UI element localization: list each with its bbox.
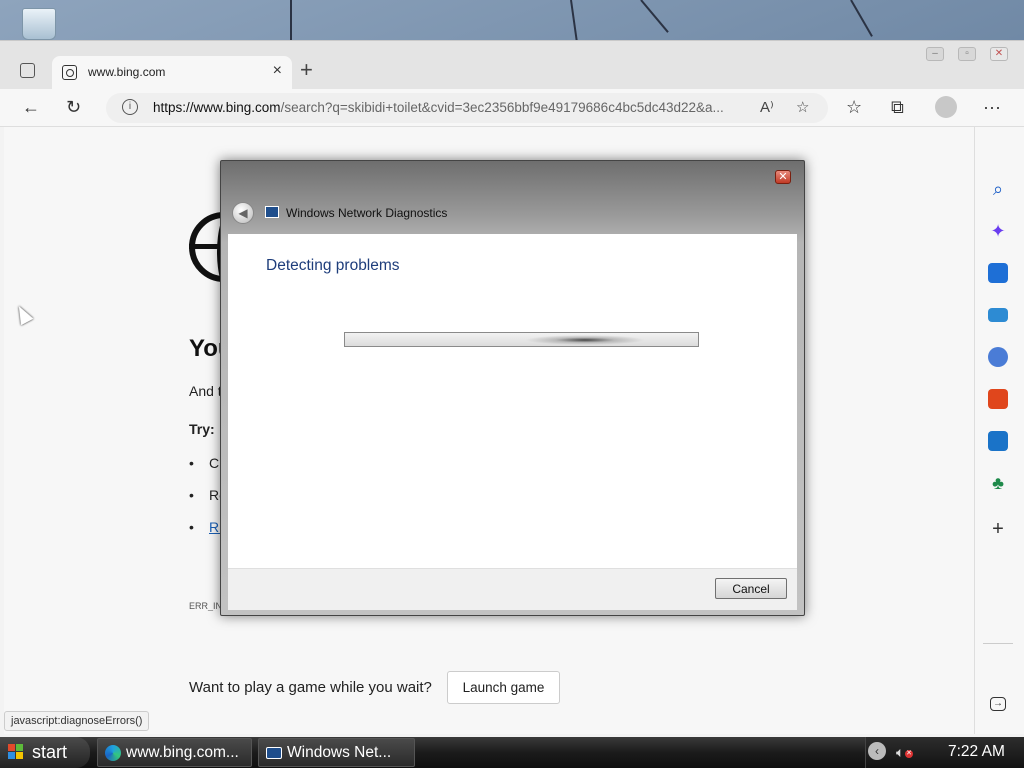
launch-game-button[interactable]: Launch game (447, 671, 560, 704)
site-info-icon[interactable]: i (122, 99, 138, 115)
desktop-decoration (290, 0, 292, 42)
tools-icon[interactable] (988, 308, 1008, 322)
new-tab-icon[interactable]: + (300, 59, 313, 81)
list-item: •Ch (189, 455, 225, 471)
add-sidebar-app-icon[interactable]: + (988, 519, 1008, 539)
sidebar-separator (983, 643, 1013, 644)
more-options-icon[interactable]: ··· (983, 97, 1001, 117)
progress-marquee (525, 335, 645, 345)
cancel-button[interactable]: Cancel (715, 578, 787, 599)
address-url[interactable]: https://www.bing.com/search?q=skibidi+to… (153, 100, 753, 115)
tab-close-icon[interactable]: × (273, 62, 282, 80)
list-item: •Re (189, 487, 225, 503)
address-bar[interactable]: i https://www.bing.com/search?q=skibidi+… (106, 93, 828, 123)
page-favicon-icon (62, 65, 77, 80)
taskbar-item-browser[interactable]: www.bing.com... (97, 738, 252, 767)
tab-title: www.bing.com (88, 65, 166, 79)
taskbar-item-diagnostics[interactable]: Windows Net... (258, 738, 415, 767)
back-arrow-icon[interactable]: ◀ (232, 202, 254, 224)
list-item: •Ru (189, 519, 225, 535)
read-aloud-icon[interactable]: A⁾ (760, 98, 774, 116)
volume-icon[interactable]: 🔈︎ (896, 744, 904, 761)
tab-actions-icon[interactable] (20, 63, 35, 78)
tab-bing[interactable]: www.bing.com × (52, 56, 292, 90)
taskbar-item-label: Windows Net... (287, 744, 392, 761)
edge-icon (105, 745, 121, 761)
network-diagnostics-icon (265, 206, 279, 218)
dialog-footer: Cancel (228, 568, 797, 610)
profile-avatar[interactable] (935, 96, 957, 118)
hide-sidebar-icon[interactable]: → (990, 697, 1006, 711)
close-window-button[interactable]: ✕ (990, 47, 1008, 61)
games-icon[interactable] (988, 347, 1008, 367)
tab-bar: www.bing.com × + – ▫ ✕ (0, 41, 1024, 90)
minimize-button[interactable]: – (926, 47, 944, 61)
system-tray: ‹ 🔈︎ ✕ 7:22 AM (865, 737, 1024, 768)
taskbar-item-label: www.bing.com... (126, 744, 239, 761)
game-prompt: Want to play a game while you wait? (189, 679, 432, 696)
dialog-title: Windows Network Diagnostics (286, 206, 448, 220)
windows-logo-icon (8, 744, 24, 760)
show-hidden-icons-icon[interactable]: ‹ (868, 742, 886, 760)
shopping-tag-icon[interactable] (988, 263, 1008, 283)
status-bar: javascript:diagnoseErrors() (4, 711, 150, 731)
url-path: /search?q=skibidi+toilet&cvid=3ec2356bbf… (280, 100, 724, 115)
network-diagnostics-dialog: ✕ ◀ Windows Network Diagnostics Detectin… (220, 160, 805, 616)
navigation-toolbar: ← ↻ i https://www.bing.com/search?q=skib… (0, 89, 1024, 127)
dialog-heading: Detecting problems (266, 257, 400, 274)
edge-sidebar: ⌕ ✦ ♣ + → ⚙ (975, 127, 1024, 756)
dialog-close-button[interactable]: ✕ (775, 170, 791, 184)
outlook-icon[interactable] (988, 431, 1008, 451)
window-controls: – ▫ ✕ (926, 47, 1008, 61)
muted-indicator-icon: ✕ (905, 750, 913, 758)
add-favorite-icon[interactable]: ☆ (796, 98, 809, 116)
start-button[interactable]: start (0, 737, 90, 768)
clock[interactable]: 7:22 AM (948, 743, 1005, 761)
desktop-decoration (850, 0, 873, 37)
maximize-button[interactable]: ▫ (958, 47, 976, 61)
start-label: start (32, 742, 68, 762)
collections-icon[interactable]: ⧉ (891, 97, 904, 117)
copilot-icon[interactable]: ✦ (988, 221, 1008, 241)
tree-icon[interactable]: ♣ (988, 473, 1008, 493)
desktop-decoration (640, 0, 669, 33)
back-icon[interactable]: ← (22, 97, 40, 117)
desktop-decoration (570, 0, 578, 42)
network-diagnostics-icon (266, 747, 282, 759)
office-icon[interactable] (988, 389, 1008, 409)
refresh-icon[interactable]: ↻ (66, 97, 81, 117)
url-host: https://www.bing.com (153, 100, 281, 115)
favorites-icon[interactable]: ☆ (846, 97, 862, 117)
dialog-body: Detecting problems (228, 234, 797, 568)
recycle-bin-icon[interactable] (22, 8, 56, 40)
search-icon[interactable]: ⌕ (988, 179, 1008, 199)
taskbar: start www.bing.com... Windows Net... ‹ 🔈… (0, 737, 1024, 768)
progress-bar (344, 332, 699, 347)
